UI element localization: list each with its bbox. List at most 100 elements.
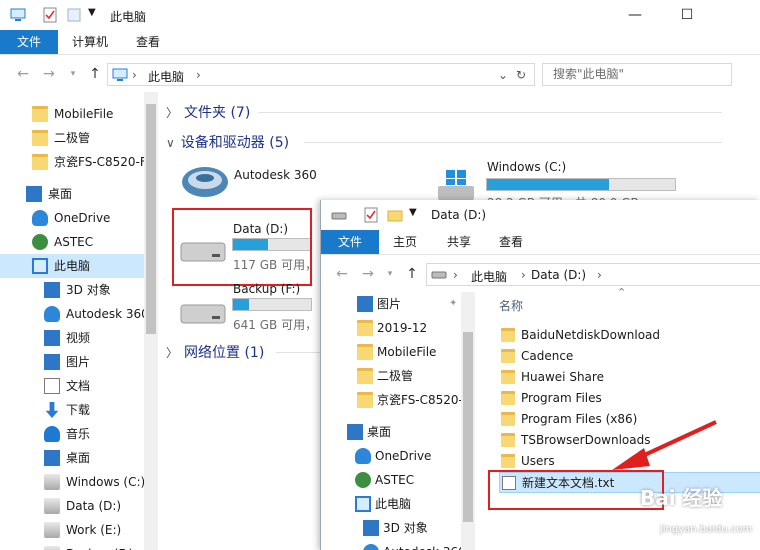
file-name: BaiduNetdiskDownload xyxy=(521,328,661,342)
nav-item[interactable]: 二极管 xyxy=(321,364,461,388)
nav-item[interactable]: Data (D:) xyxy=(0,494,158,518)
drive-icon xyxy=(180,304,226,324)
tab-computer[interactable]: 计算机 xyxy=(62,30,118,54)
customize-quick-access-icon[interactable]: ▼ xyxy=(88,7,104,23)
nav-item[interactable]: 音乐 xyxy=(0,422,158,446)
new-folder-icon[interactable] xyxy=(66,7,82,23)
folder-item[interactable]: Huawei Share xyxy=(499,367,760,388)
title-bar: ▼ Data (D:) xyxy=(321,200,760,230)
nav-item[interactable]: MobileFile xyxy=(0,102,158,126)
breadcrumb-this-pc[interactable]: 此电脑 xyxy=(471,268,507,285)
properties-icon[interactable] xyxy=(363,207,379,223)
nav-item-label: 桌面 xyxy=(66,451,91,465)
breadcrumb-this-pc[interactable]: 此电脑 xyxy=(148,68,184,85)
new-folder-icon[interactable] xyxy=(387,207,403,223)
nav-item[interactable]: ASTEC xyxy=(0,230,158,254)
tab-home[interactable]: 主页 xyxy=(383,230,427,254)
maximize-button[interactable]: ☐ xyxy=(664,0,710,30)
tab-file[interactable]: 文件 xyxy=(0,30,58,54)
autodesk-icon xyxy=(363,544,379,550)
minimize-button[interactable]: — xyxy=(612,0,658,30)
group-folders[interactable]: 〉文件夹 (7) xyxy=(166,102,250,122)
nav-item[interactable]: Work (E:) xyxy=(0,518,158,542)
nav-item[interactable]: 桌面 xyxy=(0,446,158,470)
nav-item[interactable]: 图片 xyxy=(0,350,158,374)
nav-item[interactable]: Windows (C:) xyxy=(0,470,158,494)
nav-item[interactable]: Backup (F:) xyxy=(0,542,158,550)
nav-item[interactable]: 桌面 xyxy=(321,420,461,444)
nav-item[interactable]: 下载 xyxy=(0,398,158,422)
tab-view[interactable]: 查看 xyxy=(489,230,533,254)
nav-item[interactable]: 京瓷FS-C8520-F xyxy=(0,150,158,174)
search-input[interactable]: 搜索"此电脑" xyxy=(542,63,732,86)
refresh-button[interactable]: ↻ xyxy=(516,68,526,82)
back-button[interactable]: ← xyxy=(333,264,351,284)
up-button[interactable]: ↑ xyxy=(86,64,104,84)
address-history-dropdown[interactable]: ⌄ xyxy=(498,68,508,82)
nav-item[interactable]: 图片 ✦ xyxy=(321,292,461,316)
back-button[interactable]: ← xyxy=(14,64,32,84)
customize-quick-access-icon[interactable]: ▼ xyxy=(409,207,425,223)
nav-item[interactable]: 此电脑 xyxy=(0,254,158,278)
nav-item-label: Autodesk 360 xyxy=(383,540,466,550)
tab-file[interactable]: 文件 xyxy=(321,230,379,254)
folder-icon xyxy=(32,130,48,146)
nav-item[interactable]: 此电脑 xyxy=(321,492,461,516)
nav-item[interactable]: 京瓷FS-C8520-F xyxy=(321,388,470,412)
properties-icon[interactable] xyxy=(42,7,58,23)
file-name: Huawei Share xyxy=(521,370,604,384)
folder-item[interactable]: Program Files xyxy=(499,388,760,409)
windows-drive-icon xyxy=(438,170,474,200)
scrollbar-thumb[interactable] xyxy=(463,332,473,522)
nav-item-label: OneDrive xyxy=(54,211,111,225)
sort-chevron-icon[interactable]: ⌃ xyxy=(617,286,626,299)
forward-button[interactable]: → xyxy=(40,64,58,84)
tab-share[interactable]: 共享 xyxy=(437,230,481,254)
forward-button[interactable]: → xyxy=(359,264,377,284)
address-bar[interactable]: › 此电脑 › ⌄ ↻ xyxy=(107,63,535,86)
nav-item[interactable]: 桌面 xyxy=(0,182,158,206)
navigation-scrollbar[interactable] xyxy=(461,292,475,550)
drive-icon xyxy=(431,271,447,279)
nav-item[interactable]: 3D 对象 xyxy=(321,516,461,540)
pc-icon xyxy=(355,496,371,512)
nav-item[interactable]: 视频 xyxy=(0,326,158,350)
nav-item[interactable]: ASTEC xyxy=(321,468,461,492)
nav-item-label: 图片 xyxy=(377,297,402,311)
breadcrumb-data-d[interactable]: Data (D:) xyxy=(531,268,586,282)
column-header-name[interactable]: 名称 xyxy=(499,297,523,314)
nav-item[interactable]: OneDrive xyxy=(321,444,461,468)
up-button[interactable]: ↑ xyxy=(403,264,421,284)
nav-item[interactable]: 3D 对象 xyxy=(0,278,158,302)
nav-item[interactable]: Autodesk 360 xyxy=(0,302,158,326)
scrollbar-thumb[interactable] xyxy=(146,104,156,334)
nav-item-label: Work (E:) xyxy=(66,523,122,537)
drive-backup-f[interactable]: Backup (F:) 641 GB 可用， xyxy=(176,282,326,332)
tab-view[interactable]: 查看 xyxy=(124,30,172,54)
desktop-icon xyxy=(26,186,42,202)
drive-icon xyxy=(44,546,60,550)
recent-locations-button[interactable]: ▾ xyxy=(64,64,82,84)
nav-item-label: 2019-12 xyxy=(377,321,428,335)
pin-icon[interactable]: ✦ xyxy=(449,292,457,316)
group-network[interactable]: 〉网络位置 (1) xyxy=(166,342,264,362)
nav-item-label: 3D 对象 xyxy=(66,283,111,297)
group-devices[interactable]: ∨ 设备和驱动器 (5) xyxy=(166,132,289,152)
nav-item[interactable]: MobileFile xyxy=(321,340,461,364)
nav-item[interactable]: 2019-12 xyxy=(321,316,461,340)
red-arrow-icon xyxy=(612,420,717,470)
navigation-scrollbar[interactable] xyxy=(144,92,158,550)
recent-locations-button[interactable]: ▾ xyxy=(381,264,399,284)
nav-item-label: Backup (F:) xyxy=(66,542,133,550)
folder-item[interactable]: Cadence xyxy=(499,346,760,367)
address-bar[interactable]: › 此电脑 › Data (D:) › xyxy=(426,263,760,286)
nav-item[interactable]: OneDrive xyxy=(0,206,158,230)
breadcrumb-separator: › xyxy=(597,268,602,282)
drive-autodesk-360[interactable]: Autodesk 360 xyxy=(176,160,326,204)
nav-item[interactable]: Autodesk 360 xyxy=(321,540,466,550)
folder-icon xyxy=(357,392,373,408)
folder-item[interactable]: BaiduNetdiskDownload xyxy=(499,325,760,346)
nav-item[interactable]: 二极管 xyxy=(0,126,158,150)
group-folders-label: 文件夹 (7) xyxy=(184,105,251,121)
nav-item[interactable]: 文档 xyxy=(0,374,158,398)
